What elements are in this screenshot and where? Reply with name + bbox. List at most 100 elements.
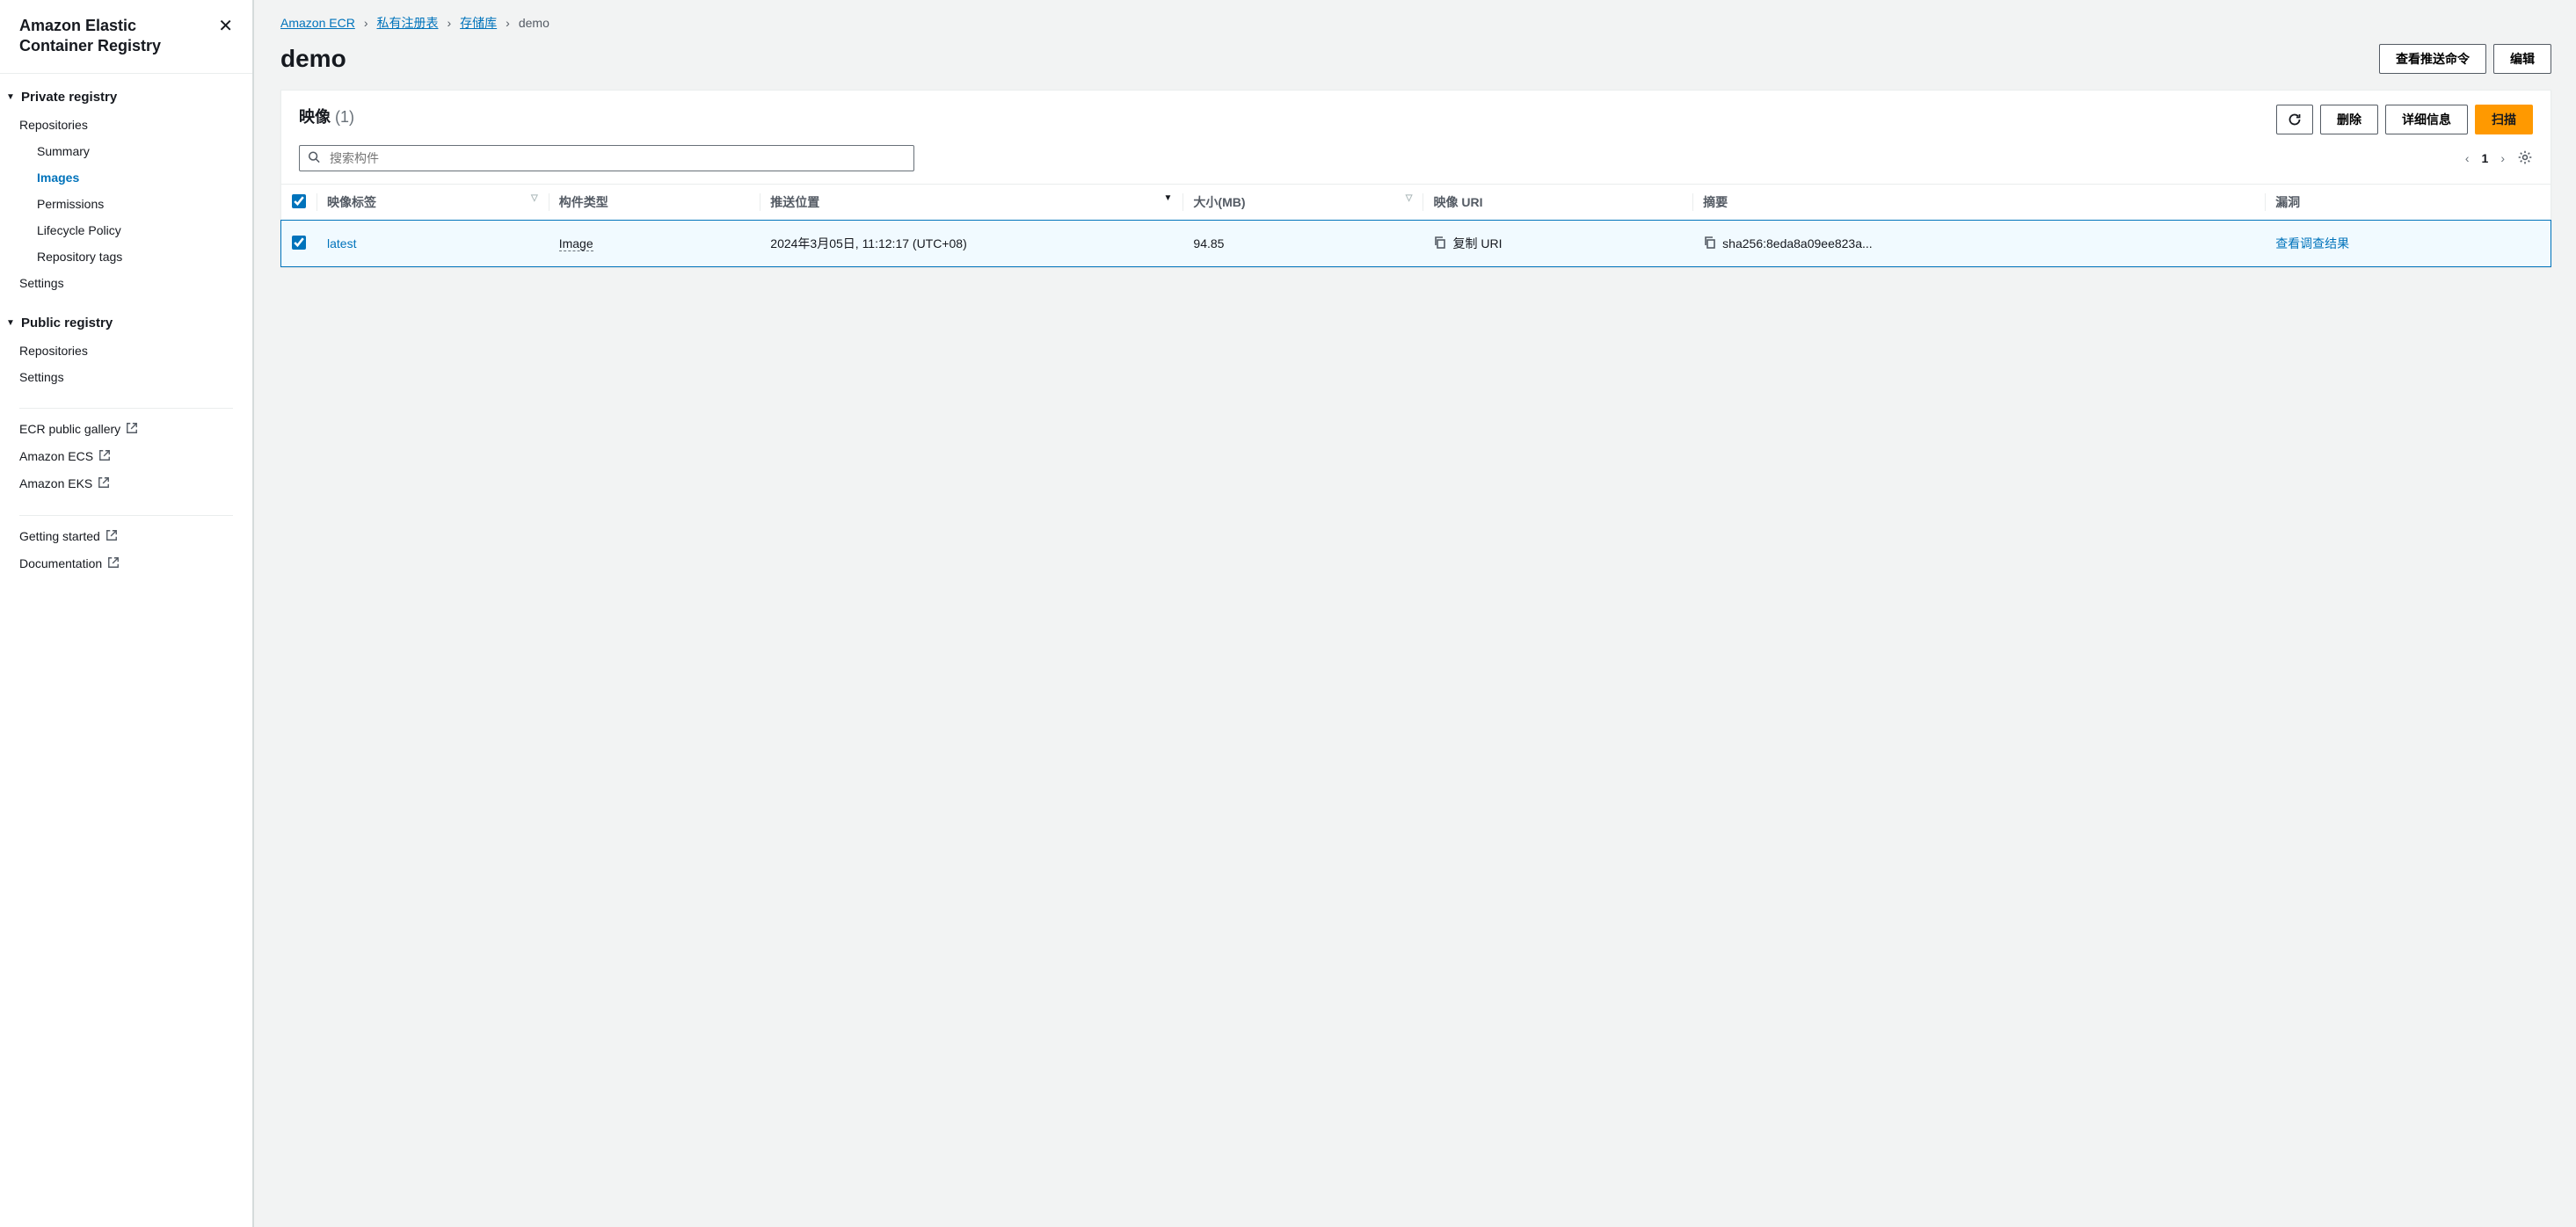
- copy-icon: [1703, 236, 1717, 252]
- cell-image-tag: latest: [317, 221, 549, 267]
- select-all-checkbox[interactable]: [292, 194, 306, 208]
- search-icon: [308, 151, 320, 166]
- gear-icon: [2517, 149, 2533, 165]
- col-label: 映像标签: [327, 195, 376, 209]
- col-size[interactable]: 大小(MB) ▽: [1182, 185, 1423, 221]
- search-wrap: [299, 145, 914, 171]
- view-push-commands-button[interactable]: 查看推送命令: [2379, 44, 2486, 74]
- copy-digest-button[interactable]: sha256:8eda8a09ee823a...: [1703, 236, 2254, 252]
- col-artifact-type[interactable]: 构件类型: [549, 185, 760, 221]
- settings-button[interactable]: [2517, 149, 2533, 168]
- breadcrumb: Amazon ECR › 私有注册表 › 存储库 › demo: [280, 14, 2551, 32]
- page-header: demo 查看推送命令 编辑: [280, 44, 2551, 74]
- service-title: Amazon Elastic Container Registry: [19, 16, 195, 57]
- table-header-row: 映像标签 ▽ 构件类型 推送位置 ▼ 大小(MB) ▽: [281, 185, 2551, 221]
- refresh-button[interactable]: [2276, 105, 2313, 134]
- row-checkbox[interactable]: [292, 236, 306, 250]
- cell-digest: sha256:8eda8a09ee823a...: [1692, 221, 2265, 267]
- external-links-1: ECR public gallery Amazon ECS Amazon EKS: [0, 416, 252, 497]
- page-actions: 查看推送命令 编辑: [2379, 44, 2551, 74]
- nav-public-repositories[interactable]: Repositories: [0, 338, 252, 364]
- nav-public-settings[interactable]: Settings: [0, 364, 252, 390]
- caret-down-icon: ▼: [5, 92, 16, 102]
- sort-desc-icon: ▼: [1164, 193, 1173, 203]
- link-amazon-ecs[interactable]: Amazon ECS: [0, 443, 252, 470]
- col-uri[interactable]: 映像 URI: [1423, 185, 1692, 221]
- copy-uri-button[interactable]: 复制 URI: [1433, 236, 1682, 252]
- link-getting-started[interactable]: Getting started: [0, 523, 252, 550]
- view-findings-link[interactable]: 查看调查结果: [2275, 236, 2349, 250]
- col-label: 漏洞: [2275, 195, 2300, 209]
- external-link-icon: [106, 529, 118, 544]
- section-toggle-public[interactable]: ▼ Public registry: [0, 309, 252, 338]
- image-tag-link[interactable]: latest: [327, 236, 356, 250]
- search-input[interactable]: [299, 145, 914, 171]
- scan-button[interactable]: 扫描: [2475, 105, 2533, 134]
- nav-repositories[interactable]: Repositories: [0, 112, 252, 138]
- col-label: 摘要: [1703, 195, 1728, 209]
- nav-public-section: ▼ Public registry Repositories Settings: [0, 296, 252, 390]
- link-ecr-public-gallery[interactable]: ECR public gallery: [0, 416, 252, 443]
- section-label: Private registry: [21, 90, 117, 105]
- close-icon[interactable]: ✕: [218, 16, 233, 35]
- chevron-right-icon: ›: [364, 16, 368, 30]
- external-link-icon: [107, 556, 120, 571]
- nav-repository-tags[interactable]: Repository tags: [0, 243, 252, 270]
- section-toggle-private[interactable]: ▼ Private registry: [0, 83, 252, 112]
- panel-actions: 删除 详细信息 扫描: [2276, 105, 2533, 134]
- nav-permissions[interactable]: Permissions: [0, 191, 252, 217]
- delete-button[interactable]: 删除: [2320, 105, 2378, 134]
- divider: [19, 408, 233, 409]
- nav-images[interactable]: Images: [0, 164, 252, 191]
- pushed-at-text: 2024年3月05日, 11:12:17 (UTC+08): [770, 236, 966, 250]
- col-vulnerabilities[interactable]: 漏洞: [2265, 185, 2551, 221]
- cell-size: 94.85: [1182, 221, 1423, 267]
- digest-text: sha256:8eda8a09ee823a...: [1722, 236, 1873, 250]
- link-documentation[interactable]: Documentation: [0, 550, 252, 577]
- size-text: 94.85: [1193, 236, 1224, 250]
- link-amazon-eks[interactable]: Amazon EKS: [0, 470, 252, 497]
- images-table: 映像标签 ▽ 构件类型 推送位置 ▼ 大小(MB) ▽: [281, 184, 2551, 266]
- cell-vulnerabilities: 查看调查结果: [2265, 221, 2551, 267]
- divider: [19, 515, 233, 516]
- select-all-header: [281, 185, 317, 221]
- sort-icon: ▽: [1406, 193, 1413, 203]
- chevron-right-icon: ›: [506, 16, 510, 30]
- link-label: ECR public gallery: [19, 422, 120, 436]
- link-label: Getting started: [19, 529, 100, 543]
- panel-title-text: 映像: [299, 108, 331, 126]
- toolbar: ‹ 1 ›: [281, 134, 2551, 184]
- page-number: 1: [2482, 151, 2489, 165]
- col-digest[interactable]: 摘要: [1692, 185, 2265, 221]
- refresh-icon: [2288, 113, 2302, 127]
- next-page-button[interactable]: ›: [2500, 151, 2505, 165]
- edit-button[interactable]: 编辑: [2493, 44, 2551, 74]
- nav-private-settings[interactable]: Settings: [0, 270, 252, 296]
- col-label: 构件类型: [559, 195, 608, 209]
- link-label: Amazon ECS: [19, 449, 93, 463]
- panel-header: 映像 (1) 删除 详细信息 扫描: [281, 91, 2551, 134]
- col-image-tag[interactable]: 映像标签 ▽: [317, 185, 549, 221]
- sort-icon: ▽: [531, 193, 538, 203]
- details-button[interactable]: 详细信息: [2385, 105, 2468, 134]
- crumb-private-registry[interactable]: 私有注册表: [376, 14, 438, 32]
- crumb-amazon-ecr[interactable]: Amazon ECR: [280, 16, 355, 30]
- prev-page-button[interactable]: ‹: [2465, 151, 2470, 165]
- external-link-icon: [126, 422, 138, 437]
- panel-title: 映像 (1): [299, 105, 354, 127]
- nav-lifecycle-policy[interactable]: Lifecycle Policy: [0, 217, 252, 243]
- main-content: Amazon ECR › 私有注册表 › 存储库 › demo demo 查看推…: [253, 0, 2576, 1227]
- chevron-right-icon: ›: [447, 16, 451, 30]
- col-label: 推送位置: [770, 195, 819, 209]
- cell-uri: 复制 URI: [1423, 221, 1692, 267]
- row-select-cell: [281, 221, 317, 267]
- link-label: Documentation: [19, 556, 102, 570]
- copy-uri-label: 复制 URI: [1452, 236, 1502, 251]
- nav-summary[interactable]: Summary: [0, 138, 252, 164]
- sidebar: Amazon Elastic Container Registry ✕ ▼ Pr…: [0, 0, 253, 1227]
- images-panel: 映像 (1) 删除 详细信息 扫描 ‹ 1 ›: [280, 90, 2551, 267]
- col-pushed-at[interactable]: 推送位置 ▼: [760, 185, 1182, 221]
- caret-down-icon: ▼: [5, 318, 16, 328]
- artifact-type-text: Image: [559, 236, 593, 251]
- crumb-repositories[interactable]: 存储库: [460, 14, 497, 32]
